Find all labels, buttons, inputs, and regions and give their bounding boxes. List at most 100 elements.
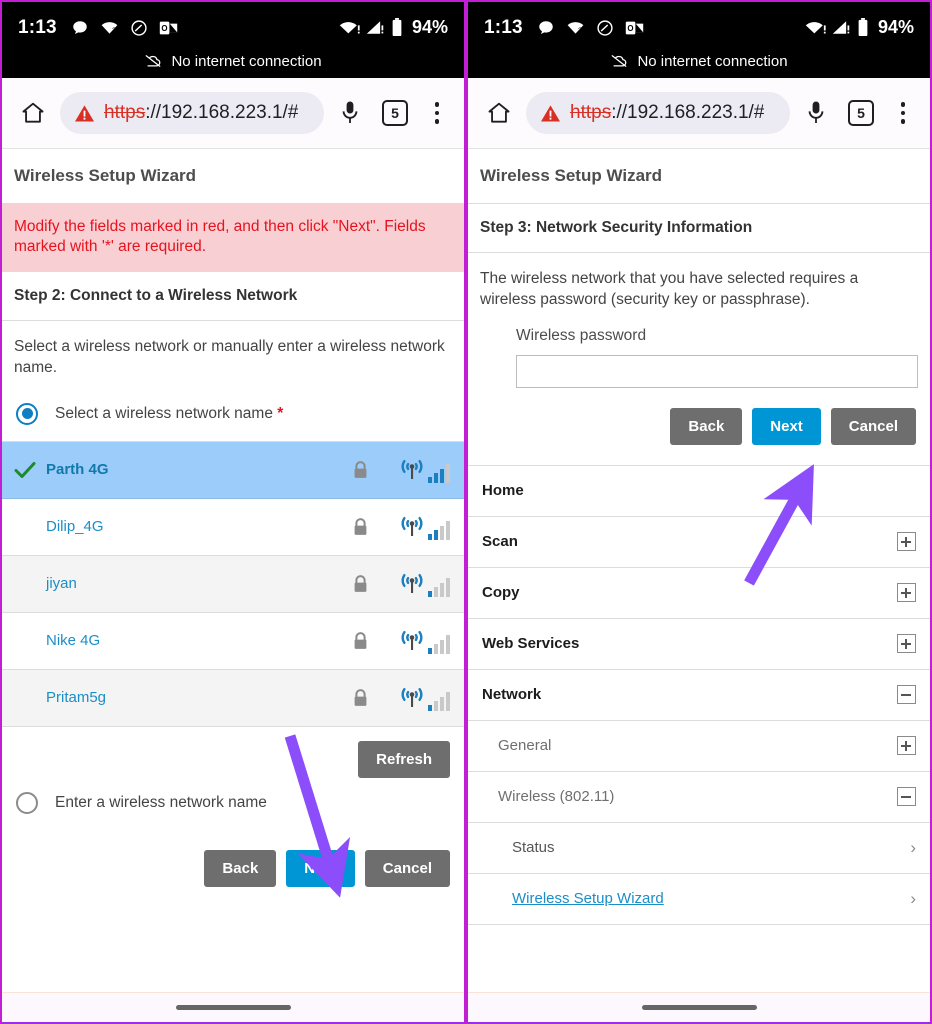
outlook-icon: O <box>159 20 178 36</box>
signal-bars <box>428 692 450 712</box>
status-bar-clock: 1:13 <box>484 16 523 38</box>
refresh-button[interactable]: Refresh <box>358 740 450 778</box>
url-scheme: https <box>570 102 612 123</box>
radio-button-unselected[interactable] <box>16 791 38 814</box>
signal-strength-icon <box>388 455 450 484</box>
gesture-pill[interactable] <box>641 1005 757 1010</box>
no-internet-text: No internet connection <box>171 52 322 70</box>
menu-item-label: Copy <box>482 584 520 602</box>
lock-icon <box>332 688 388 708</box>
cancel-button[interactable]: Cancel <box>364 849 450 887</box>
menu-item-status[interactable]: Status › <box>468 823 930 874</box>
network-name: Dilip_4G <box>46 518 104 536</box>
menu-item-label: Network <box>482 686 542 704</box>
svg-text:?: ? <box>112 27 116 34</box>
expand-plus-icon[interactable] <box>897 583 916 603</box>
collapse-minus-icon[interactable] <box>897 787 916 807</box>
signal-strength-icon <box>388 569 450 598</box>
expand-plus-icon[interactable] <box>897 532 916 552</box>
chat-bubble-icon <box>537 19 555 37</box>
expand-plus-icon[interactable] <box>897 634 916 654</box>
url-display: https://192.168.223.1/# <box>570 102 764 124</box>
radio-manual-network[interactable]: Enter a wireless network name <box>2 778 464 830</box>
wizard-button-row: Back Next Cancel <box>468 388 930 445</box>
signal-bars <box>428 578 450 598</box>
menu-item-copy[interactable]: Copy <box>468 568 930 619</box>
chevron-right-icon: › <box>910 838 916 858</box>
next-button[interactable]: Next <box>752 407 821 445</box>
clock-icon <box>596 19 614 37</box>
collapse-minus-icon[interactable] <box>897 685 916 705</box>
tab-switcher-button[interactable]: 5 <box>382 100 408 126</box>
url-display: https://192.168.223.1/# <box>104 102 298 124</box>
right-page-content: Wireless Setup Wizard Step 3: Network Se… <box>468 148 930 996</box>
table-row[interactable]: Nike 4G <box>2 613 464 670</box>
table-row[interactable]: jiyan <box>2 555 464 613</box>
no-internet-text: No internet connection <box>637 52 788 70</box>
menu-item-label: Wireless (802.11) <box>498 788 615 806</box>
gesture-pill[interactable] <box>175 1005 291 1010</box>
wifi-question-icon: ? <box>566 19 585 37</box>
svg-text:?: ? <box>578 27 582 34</box>
outlook-icon: O <box>625 20 644 36</box>
wireless-password-label: Wireless password <box>516 326 647 344</box>
wizard-button-row: Back Next Cancel <box>2 830 464 887</box>
expand-plus-icon[interactable] <box>897 736 916 756</box>
back-button[interactable]: Back <box>204 849 277 887</box>
lock-icon <box>332 631 388 651</box>
android-gesture-navbar <box>468 992 930 1022</box>
battery-icon <box>391 18 403 37</box>
signal-bars <box>428 464 450 484</box>
required-asterisk: * <box>277 404 284 422</box>
radio-select-network[interactable]: Select a wireless network name * <box>2 389 464 441</box>
screenshot-stage: 1:13 ? O 94% No internet connection http… <box>0 0 932 1024</box>
cancel-button[interactable]: Cancel <box>830 407 916 445</box>
left-phone-screenshot: 1:13 ? O 94% No internet connection http… <box>0 0 466 1024</box>
menu-item-scan[interactable]: Scan <box>468 517 930 568</box>
battery-icon <box>857 18 869 37</box>
password-form: Wireless password <box>468 321 930 388</box>
wireless-password-input[interactable] <box>516 354 918 388</box>
chevron-right-icon: › <box>910 889 916 909</box>
step-intro-text: Select a wireless network or manually en… <box>14 337 445 376</box>
cellular-alert-icon <box>832 19 852 36</box>
network-name: Pritam5g <box>46 689 107 707</box>
menu-item-web-services[interactable]: Web Services <box>468 619 930 670</box>
overflow-menu-icon[interactable] <box>424 96 450 130</box>
home-icon[interactable] <box>16 96 50 130</box>
network-name: jiyan <box>46 575 77 593</box>
signal-strength-icon <box>388 626 450 655</box>
validation-alert: Modify the fields marked in red, and the… <box>2 204 464 272</box>
url-bar[interactable]: https://192.168.223.1/# <box>526 92 790 134</box>
menu-item-label: Status <box>512 839 555 857</box>
lock-icon <box>332 574 388 594</box>
microphone-icon[interactable] <box>800 95 832 131</box>
microphone-icon[interactable] <box>334 95 366 131</box>
table-row[interactable]: Pritam5g <box>2 669 464 727</box>
back-button[interactable]: Back <box>670 407 743 445</box>
menu-item-wireless-setup-wizard[interactable]: Wireless Setup Wizard › <box>468 874 930 925</box>
table-row[interactable]: Dilip_4G <box>2 499 464 556</box>
menu-item-label: Wireless Setup Wizard <box>512 890 664 908</box>
radio-button-selected[interactable] <box>16 402 38 425</box>
table-row[interactable]: Parth 4G <box>2 441 464 499</box>
battery-percent: 94% <box>411 17 448 37</box>
menu-item-wireless-80211[interactable]: Wireless (802.11) <box>468 772 930 823</box>
next-button[interactable]: Next <box>286 849 355 887</box>
url-scheme: https <box>104 102 146 123</box>
wireless-network-list[interactable]: Parth 4G Dilip_4G jiyan Nike 4G Pritam5g <box>2 440 464 727</box>
home-icon[interactable] <box>482 96 516 130</box>
step-intro-text: The wireless network that you have selec… <box>480 270 859 308</box>
url-bar[interactable]: https://192.168.223.1/# <box>60 92 324 134</box>
tab-switcher-button[interactable]: 5 <box>848 100 874 126</box>
browser-toolbar: https://192.168.223.1/# 5 <box>2 78 464 148</box>
menu-item-general[interactable]: General <box>468 721 930 772</box>
menu-item-label: Web Services <box>482 635 580 653</box>
overflow-menu-icon[interactable] <box>890 96 916 130</box>
signal-bars <box>428 521 450 541</box>
menu-item-home[interactable]: Home <box>468 466 930 517</box>
menu-item-network[interactable]: Network <box>468 670 930 721</box>
chat-bubble-icon <box>71 19 89 37</box>
printer-navigation-menu[interactable]: Home Scan Copy Web Services Network Gene… <box>468 464 930 925</box>
browser-toolbar: https://192.168.223.1/# 5 <box>468 78 930 148</box>
